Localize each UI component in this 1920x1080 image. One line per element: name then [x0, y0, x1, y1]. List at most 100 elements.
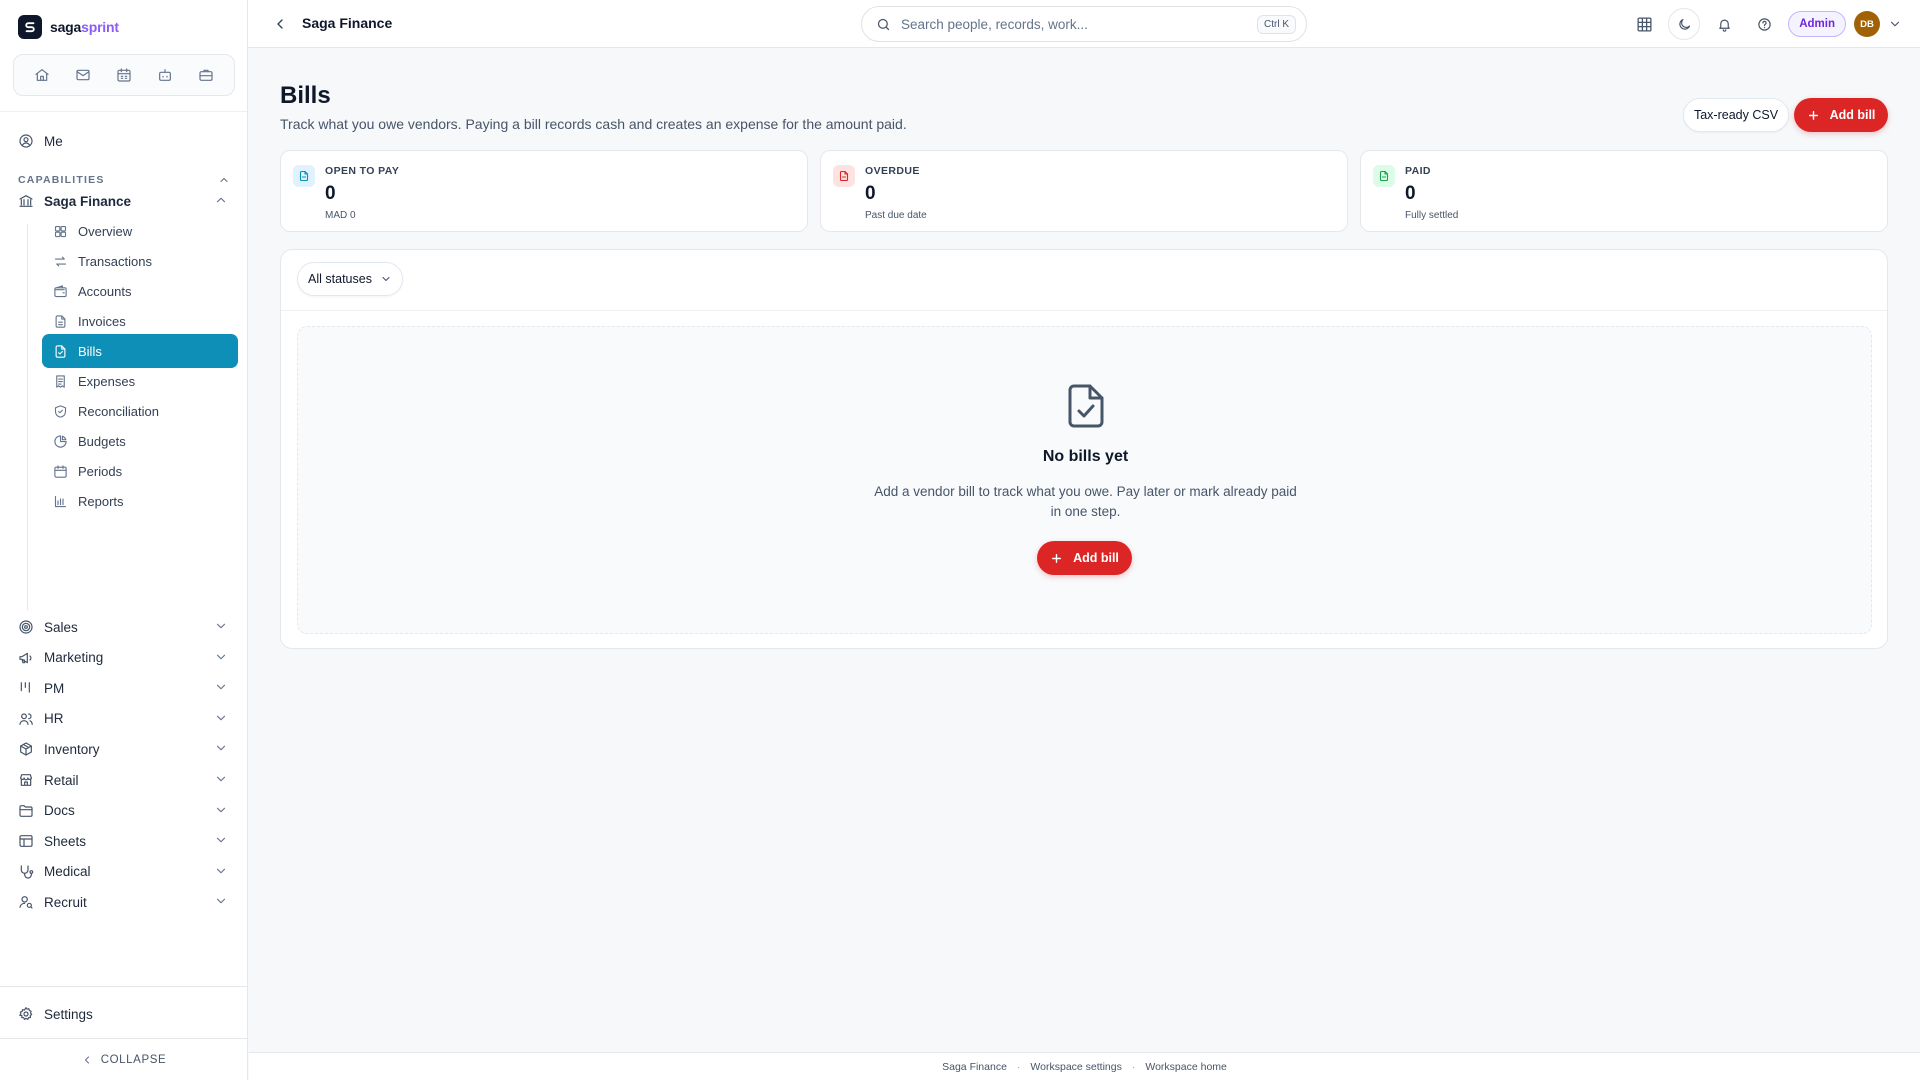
stat-value: 0	[1405, 183, 1416, 204]
sidebar-item-label: Recruit	[44, 894, 87, 910]
sidebar-item-saga-finance[interactable]: Saga Finance	[14, 186, 236, 216]
empty-add-bill-button[interactable]: Add bill	[1037, 541, 1132, 575]
megaphone-icon	[18, 650, 34, 666]
mail-icon[interactable]	[68, 60, 98, 90]
separator-dot: ·	[1131, 1060, 1136, 1073]
sidebar-item-reports[interactable]: Reports	[42, 484, 238, 518]
chevron-up-icon	[216, 197, 226, 203]
sidebar-item-retail[interactable]: Retail	[14, 765, 236, 795]
chevron-down-icon	[214, 619, 228, 633]
tax-csv-export-button[interactable]: Tax-ready CSV	[1683, 98, 1789, 132]
calendar-icon[interactable]	[109, 60, 139, 90]
bot-icon[interactable]	[150, 60, 180, 90]
search-input[interactable]: Search people, records, work... Ctrl K	[861, 6, 1307, 42]
sidebar-item-recruit[interactable]: Recruit	[14, 887, 236, 917]
pie-icon	[52, 433, 68, 449]
chevron-down-icon	[382, 276, 390, 282]
chevron-down-icon	[214, 864, 228, 878]
top-actions: Admin DB	[1628, 8, 1902, 40]
role-badge[interactable]: Admin	[1788, 11, 1846, 37]
notifications-button[interactable]	[1708, 8, 1740, 40]
divider	[0, 111, 247, 112]
moon-icon	[1679, 18, 1690, 30]
sidebar-item-transactions[interactable]: Transactions	[42, 244, 238, 278]
apps-grid-button[interactable]	[1628, 8, 1660, 40]
file-icon	[1373, 165, 1395, 187]
stat-value: 0	[865, 183, 876, 204]
sidebar-item-label: HR	[44, 711, 64, 727]
page-subtitle: Track what you owe vendors. Paying a bil…	[280, 116, 907, 132]
collapse-sidebar-button[interactable]: COLLAPSE	[0, 1050, 247, 1070]
add-bill-button[interactable]: Add bill	[1794, 98, 1888, 132]
sidebar-item-overview[interactable]: Overview	[42, 214, 238, 248]
sidebar-item-label: Medical	[44, 864, 91, 880]
divider	[0, 986, 247, 987]
sidebar-item-label: Reports	[78, 493, 124, 509]
gear-icon	[18, 1006, 34, 1022]
theme-toggle-button[interactable]	[1668, 8, 1701, 40]
plus-icon	[1052, 553, 1062, 563]
empty-state-title: No bills yet	[1042, 448, 1129, 465]
search-placeholder: Search people, records, work...	[901, 16, 1088, 32]
user-search-icon	[18, 894, 34, 910]
footer-link-finance[interactable]: Saga Finance	[942, 1061, 1007, 1073]
sidebar-item-label: Transactions	[78, 253, 152, 269]
quick-access-bar	[13, 54, 235, 96]
sidebar-item-budgets[interactable]: Budgets	[42, 424, 238, 458]
sidebar-item-periods[interactable]: Periods	[42, 454, 238, 488]
sidebar-item-settings[interactable]: Settings	[14, 999, 236, 1029]
chevron-down-icon	[214, 650, 228, 664]
home-icon[interactable]	[27, 60, 57, 90]
sidebar-item-bills[interactable]: Bills	[42, 334, 238, 368]
empty-state-text: Add a vendor bill to track what you owe.…	[874, 484, 1297, 519]
avatar[interactable]: DB	[1854, 11, 1880, 37]
sidebar-item-accounts[interactable]: Accounts	[42, 274, 238, 308]
sidebar-item-hr[interactable]: HR	[14, 704, 236, 734]
sidebar-item-docs[interactable]: Docs	[14, 796, 236, 826]
stat-card-paid: PAID 0 Fully settled	[1360, 150, 1888, 232]
folder-icon	[18, 803, 34, 819]
stat-note: Fully settled	[1405, 210, 1459, 221]
file-text-icon	[52, 313, 68, 329]
file-check-icon	[1066, 383, 1106, 429]
back-button[interactable]	[272, 16, 288, 32]
receipt-icon	[52, 373, 68, 389]
sidebar-item-reconciliation[interactable]: Reconciliation	[42, 394, 238, 428]
stat-note: Past due date	[865, 210, 927, 221]
bills-panel: All statuses No bills yet Add a vendor b…	[280, 249, 1888, 649]
chevron-down-icon	[214, 833, 228, 847]
sidebar-item-label: Periods	[78, 463, 123, 479]
briefcase-icon[interactable]	[191, 60, 221, 90]
sidebar-item-sheets[interactable]: Sheets	[14, 826, 236, 856]
sidebar-item-inventory[interactable]: Inventory	[14, 734, 236, 764]
footer-link-workspace-home[interactable]: Workspace home	[1145, 1061, 1227, 1073]
chevron-down-icon[interactable]	[1888, 17, 1902, 31]
stat-label: OPEN TO PAY	[325, 165, 400, 177]
bar-chart-icon	[52, 493, 68, 509]
brand[interactable]: sagasprint	[18, 15, 119, 39]
status-filter-select[interactable]: All statuses	[297, 262, 403, 296]
sidebar-item-me[interactable]: Me	[14, 126, 236, 156]
file-icon	[293, 165, 315, 187]
user-circle-icon	[18, 133, 34, 149]
stat-label: OVERDUE	[865, 165, 920, 177]
footer: Saga Finance · Workspace settings · Work…	[249, 1052, 1920, 1080]
sidebar-nav: Me CAPABILITIES Saga Finance Overview Tr…	[0, 124, 247, 984]
chevron-down-icon	[214, 711, 228, 725]
users-icon	[18, 711, 34, 727]
help-button[interactable]	[1748, 8, 1780, 40]
sidebar-item-sales[interactable]: Sales	[14, 612, 236, 642]
sidebar-item-label: Accounts	[78, 283, 132, 299]
sidebar-item-medical[interactable]: Medical	[14, 857, 236, 887]
chevron-down-icon	[214, 680, 228, 694]
sidebar-item-label: Sheets	[44, 833, 87, 849]
page-title: Bills	[280, 82, 331, 109]
sidebar-item-invoices[interactable]: Invoices	[42, 304, 238, 338]
chevron-down-icon	[214, 741, 228, 755]
footer-link-workspace-settings[interactable]: Workspace settings	[1030, 1061, 1121, 1073]
sidebar-item-marketing[interactable]: Marketing	[14, 643, 236, 673]
calendar-icon	[52, 463, 68, 479]
sidebar-item-expenses[interactable]: Expenses	[42, 364, 238, 398]
sidebar-item-pm[interactable]: PM	[14, 673, 236, 703]
breadcrumb[interactable]: Saga Finance	[302, 15, 392, 31]
